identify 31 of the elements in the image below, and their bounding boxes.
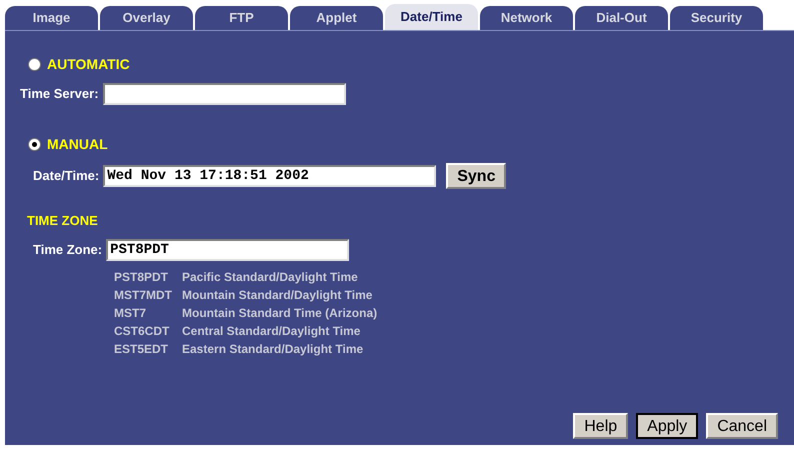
zone-name: Mountain Standard/Daylight Time — [182, 286, 374, 304]
option-label: MANUAL — [47, 135, 108, 154]
tab[interactable]: Network — [480, 6, 573, 30]
zone-name: Central Standard/Daylight Time — [182, 322, 362, 340]
zone-code: MST7MDT — [114, 286, 172, 304]
section-heading: TIME ZONE — [27, 212, 99, 230]
field-label: Date/Time: — [33, 167, 100, 186]
tab[interactable]: Applet — [290, 6, 383, 30]
zone-code: PST8PDT — [114, 268, 170, 286]
dialog-button[interactable]: Apply — [636, 413, 698, 439]
tab[interactable]: FTP — [195, 6, 288, 30]
field-label: Time Zone: — [33, 240, 102, 259]
sync-button[interactable]: Sync — [446, 163, 506, 189]
tab[interactable]: Overlay — [100, 6, 193, 30]
field-label: Time Server: — [20, 85, 99, 104]
dialog-button[interactable]: Help — [573, 413, 628, 439]
zone-name: Mountain Standard Time (Arizona) — [182, 304, 378, 322]
zone-name: Eastern Standard/Daylight Time — [182, 340, 364, 358]
date-time-field[interactable]: Wed Nov 13 17:18:51 2002 — [103, 165, 436, 187]
zone-code: EST5EDT — [114, 340, 170, 358]
dialog-button[interactable]: Cancel — [706, 413, 778, 439]
time-server-field[interactable] — [102, 83, 346, 105]
zone-code: CST6CDT — [114, 322, 170, 340]
tab[interactable]: Security — [670, 6, 763, 30]
option-label: AUTOMATIC — [47, 55, 130, 74]
zone-code: MST7 — [114, 304, 148, 322]
time-zone-field[interactable]: PST8PDT — [106, 238, 350, 260]
tab[interactable]: Image — [5, 6, 98, 30]
tab[interactable]: Dial-Out — [575, 6, 668, 30]
tab[interactable]: Date/Time — [385, 4, 478, 30]
zone-name: Pacific Standard/Daylight Time — [182, 268, 359, 286]
